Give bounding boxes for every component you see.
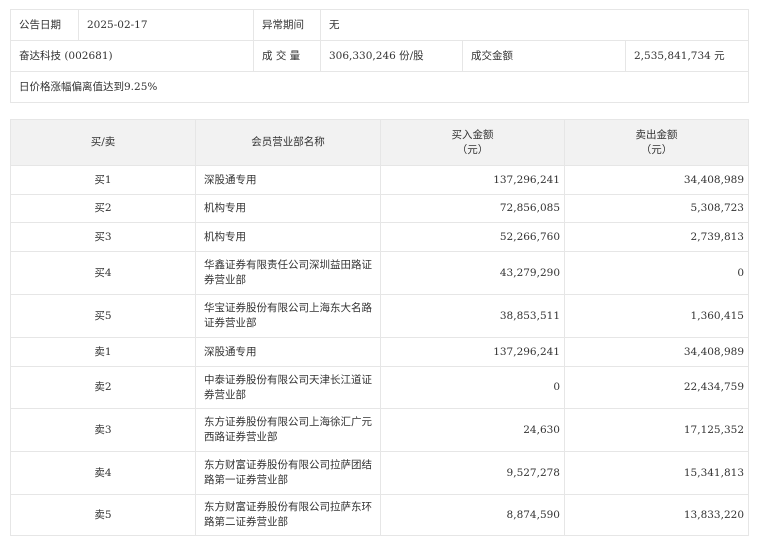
buy-amount-cell: 137,296,241 [380, 165, 565, 195]
sell-amount-cell: 1,360,415 [564, 294, 749, 338]
table-row: 卖1 深股通专用 137,296,241 34,408,989 [10, 337, 749, 367]
trading-table: 买/卖 会员营业部名称 买入金额 （元） 卖出金额 （元） 买1 深股通专用 137… [10, 119, 749, 536]
table-row: 买4 华鑫证券有限责任公司深圳益田路证券营业部 43,279,290 0 [10, 251, 749, 295]
table-row: 买1 深股通专用 137,296,241 34,408,989 [10, 165, 749, 195]
info-row: 公告日期 2025-02-17 异常期间 无 [10, 9, 750, 41]
branch-name-cell: 机构专用 [195, 222, 381, 252]
header-name: 会员营业部名称 [195, 119, 381, 166]
header-side: 买/卖 [10, 119, 196, 166]
branch-name-cell: 东方财富证券股份有限公司拉萨东环路第二证券营业部 [195, 494, 381, 536]
buy-amount-cell: 8,874,590 [380, 494, 565, 536]
sell-amount-cell: 2,739,813 [564, 222, 749, 252]
branch-name-cell: 东方证券股份有限公司上海徐汇广元西路证券营业部 [195, 408, 381, 452]
branch-name-cell: 机构专用 [195, 194, 381, 223]
table-row: 买3 机构专用 52,266,760 2,739,813 [10, 222, 749, 252]
table-row: 卖3 东方证券股份有限公司上海徐汇广元西路证券营业部 24,630 17,125,35… [10, 408, 749, 452]
header-sell: 卖出金额 （元） [564, 119, 749, 166]
info-row: 日价格涨幅偏离值达到9.25% [9, 71, 750, 103]
stock-name: 奋达科技 (002681) [10, 40, 254, 72]
date-label: 公告日期 [10, 9, 79, 41]
period-value: 无 [319, 9, 750, 41]
buy-amount-cell: 52,266,760 [380, 222, 565, 252]
table-row: 买2 机构专用 72,856,085 5,308,723 [10, 194, 749, 223]
branch-name-cell: 东方财富证券股份有限公司拉萨团结路第一证券营业部 [195, 451, 381, 495]
side-cell: 卖3 [10, 408, 196, 452]
buy-amount-cell: 43,279,290 [380, 251, 565, 295]
volume-value: 306,330,246 份/股 [320, 40, 463, 72]
stock-info-table: 公告日期 2025-02-17 异常期间 无 奋达科技 (002681) 成 交… [9, 9, 750, 103]
branch-name-cell: 华宝证券股份有限公司上海东大名路证券营业部 [195, 294, 381, 338]
date-value: 2025-02-17 [78, 9, 254, 41]
side-cell: 买1 [10, 165, 196, 195]
sell-amount-cell: 22,434,759 [564, 366, 749, 409]
buy-amount-cell: 137,296,241 [380, 337, 565, 367]
side-cell: 卖5 [10, 494, 196, 536]
buy-amount-cell: 0 [380, 366, 565, 409]
sell-amount-cell: 34,408,989 [564, 165, 749, 195]
sell-amount-cell: 17,125,352 [564, 408, 749, 452]
sell-amount-cell: 15,341,813 [564, 451, 749, 495]
amount-value: 2,535,841,734 元 [624, 40, 750, 72]
sell-amount-cell: 5,308,723 [564, 194, 749, 223]
side-cell: 卖4 [10, 451, 196, 495]
period-label: 异常期间 [253, 9, 321, 41]
buy-amount-cell: 38,853,511 [380, 294, 565, 338]
sell-amount-cell: 34,408,989 [564, 337, 749, 367]
reason: 日价格涨幅偏离值达到9.25% [9, 71, 750, 103]
branch-name-cell: 深股通专用 [195, 337, 381, 367]
side-cell: 卖1 [10, 337, 196, 367]
header-buy: 买入金额 （元） [380, 119, 565, 166]
side-cell: 买4 [10, 251, 196, 295]
amount-label: 成交金额 [462, 40, 626, 72]
side-cell: 买5 [10, 294, 196, 338]
buy-amount-cell: 9,527,278 [380, 451, 565, 495]
table-row: 卖5 东方财富证券股份有限公司拉萨东环路第二证券营业部 8,874,590 13,83… [10, 494, 749, 536]
table-header: 买/卖 会员营业部名称 买入金额 （元） 卖出金额 （元） [10, 119, 749, 166]
branch-name-cell: 深股通专用 [195, 165, 381, 195]
info-row: 奋达科技 (002681) 成 交 量 306,330,246 份/股 成交金额… [10, 40, 750, 72]
side-cell: 买3 [10, 222, 196, 252]
buy-amount-cell: 24,630 [380, 408, 565, 452]
sell-amount-cell: 0 [564, 251, 749, 295]
table-row: 买5 华宝证券股份有限公司上海东大名路证券营业部 38,853,511 1,360,4… [10, 294, 749, 338]
side-cell: 买2 [10, 194, 196, 223]
table-row: 卖2 中泰证券股份有限公司天津长江道证券营业部 0 22,434,759 [10, 366, 749, 409]
table-row: 卖4 东方财富证券股份有限公司拉萨团结路第一证券营业部 9,527,278 15,34… [10, 451, 749, 495]
buy-amount-cell: 72,856,085 [380, 194, 565, 223]
sell-amount-cell: 13,833,220 [564, 494, 749, 536]
side-cell: 卖2 [10, 366, 196, 409]
volume-label: 成 交 量 [253, 40, 321, 72]
branch-name-cell: 中泰证券股份有限公司天津长江道证券营业部 [195, 366, 381, 409]
branch-name-cell: 华鑫证券有限责任公司深圳益田路证券营业部 [195, 251, 381, 295]
